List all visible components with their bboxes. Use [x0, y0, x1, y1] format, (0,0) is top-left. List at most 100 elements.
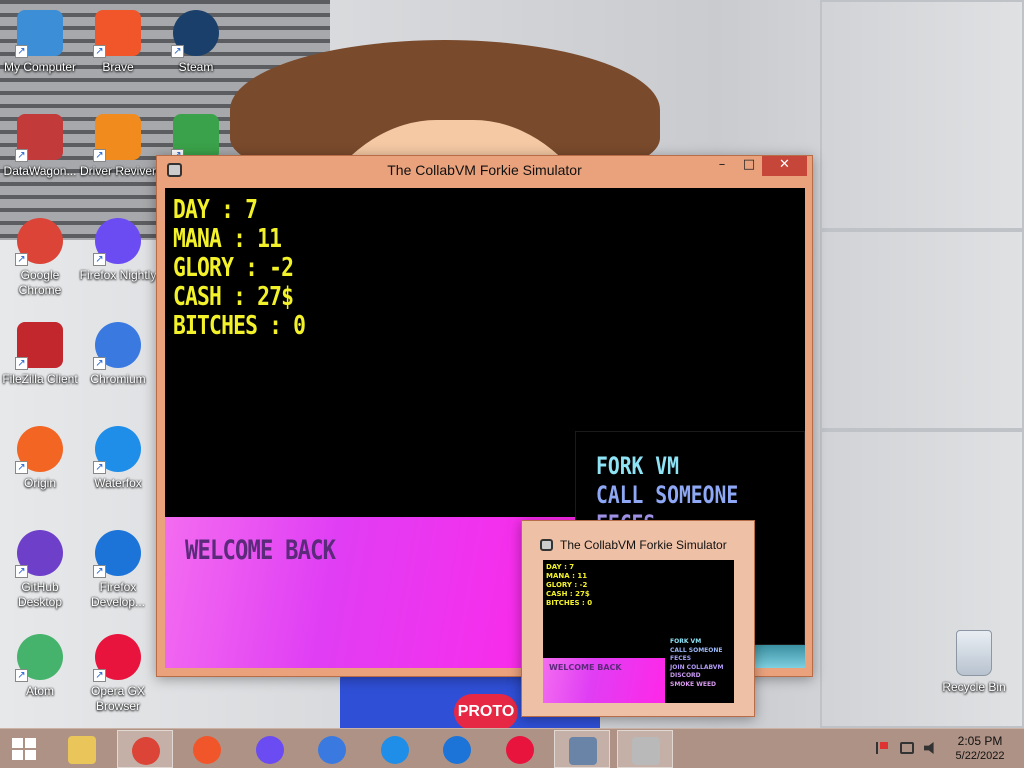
menu-option[interactable]: CALL SOMEONE — [596, 481, 738, 510]
taskbar-item-brave[interactable] — [179, 730, 235, 768]
preview-action-menu: FORK VM CALL SOMEONE FECES JOIN COLLABVM DIS… — [665, 632, 734, 696]
computer-icon: ↗ — [15, 10, 63, 58]
opera-gx-icon: ↗ — [93, 634, 141, 682]
desktop-icon-label: Driver Reviver — [79, 164, 156, 178]
desktop-icon-chrome[interactable]: ↗ Google Chrome — [0, 218, 80, 298]
preview-game-area: DAY : 7 MANA : 11 GLORY : -2 CASH : 27$ BITC… — [543, 560, 734, 703]
preview-title: The CollabVM Forkie Simulator — [560, 538, 727, 552]
shortcut-arrow-icon: ↗ — [93, 669, 106, 682]
preview-menu-option[interactable]: JOIN COLLABVM — [670, 664, 723, 673]
network-program-icon — [569, 737, 597, 765]
clock[interactable]: 2:05 PM 5/22/2022 — [944, 729, 1016, 768]
forkie-simulator-icon — [631, 737, 660, 765]
shortcut-arrow-icon: ↗ — [15, 461, 28, 474]
shortcut-arrow-icon: ↗ — [15, 669, 28, 682]
preview-menu-option[interactable]: CALL SOMEONE — [670, 647, 723, 656]
start-button[interactable] — [0, 729, 48, 768]
recycle-bin[interactable]: Recycle Bin — [934, 630, 1014, 695]
taskbar-item-chromium[interactable] — [304, 730, 360, 768]
clock-date: 5/22/2022 — [955, 750, 1005, 762]
volume-muted-icon[interactable] — [924, 742, 934, 754]
filezilla-icon: ↗ — [15, 322, 63, 370]
taskbar-item-forkie-simulator[interactable] — [616, 730, 673, 768]
brave-icon: ↗ — [93, 10, 141, 58]
stat-line: BITCHES : 0 — [173, 311, 306, 341]
minimize-button[interactable]: – — [708, 156, 736, 176]
shortcut-arrow-icon: ↗ — [171, 45, 184, 58]
preview-window[interactable]: The CollabVM Forkie Simulator DAY : 7 MAN… — [521, 520, 755, 717]
preview-stat-line: DAY : 7 — [546, 563, 575, 571]
desktop-icon-chromium[interactable]: ↗ Chromium — [78, 322, 158, 387]
desktop-icon-datawagon[interactable]: ↗ DataWagon... — [0, 114, 80, 179]
steam-icon: ↗ — [171, 10, 219, 58]
stats-panel: DAY : 7 MANA : 11 GLORY : -2 CASH : 27$ BITC… — [173, 196, 334, 341]
taskbar-item-file-explorer[interactable] — [54, 730, 110, 768]
preview-menu-option[interactable]: DISCORD — [670, 672, 723, 681]
desktop-icon-driver-reviver[interactable]: ↗ Driver Reviver — [78, 114, 158, 179]
shortcut-arrow-icon: ↗ — [93, 357, 106, 370]
desktop-icon-waterfox[interactable]: ↗ Waterfox — [78, 426, 158, 491]
preview-message-panel: WELCOME BACK — [543, 658, 665, 703]
shortcut-arrow-icon: ↗ — [93, 461, 106, 474]
origin-icon: ↗ — [15, 426, 63, 474]
preview-menu-option[interactable]: FORK VM — [670, 638, 723, 647]
taskbar-item-opera-gx[interactable] — [492, 730, 548, 768]
desktop-icon-label: Opera GX Browser — [90, 684, 146, 713]
chrome-icon — [131, 737, 160, 765]
preview-message-text: WELCOME BACK — [549, 663, 622, 672]
chrome-icon: ↗ — [15, 218, 63, 266]
windows-logo-icon — [12, 738, 36, 760]
unknown-app-icon: ↗ — [171, 114, 219, 162]
taskbar-item-waterfox[interactable] — [367, 730, 423, 768]
desktop-icon-github-desktop[interactable]: ↗ GitHub Desktop — [0, 530, 80, 610]
desktop-icon-label: Brave — [102, 60, 134, 74]
desktop-icon-atom[interactable]: ↗ Atom — [0, 634, 80, 699]
shortcut-arrow-icon: ↗ — [15, 149, 28, 162]
desktop-icon-label: Firefox Develop... — [90, 580, 146, 609]
desktop-icon-computer[interactable]: ↗ My Computer — [0, 10, 80, 75]
chromium-icon: ↗ — [93, 322, 141, 370]
taskbar-item-chrome[interactable] — [116, 730, 173, 768]
menu-option[interactable]: FORK VM — [596, 452, 738, 481]
desktop-icon-brave[interactable]: ↗ Brave — [78, 10, 158, 75]
wall-tile — [820, 230, 1024, 430]
stat-line: GLORY : -2 — [173, 253, 294, 283]
clock-time: 2:05 PM — [957, 734, 1003, 748]
recycle-bin-icon — [956, 630, 992, 676]
stat-line: CASH : 27$ — [173, 282, 294, 312]
taskbar-item-firefox-developer[interactable] — [429, 730, 485, 768]
desktop-icon-firefox-nightly[interactable]: ↗ Firefox Nightly — [78, 218, 158, 283]
waterfox-icon: ↗ — [93, 426, 141, 474]
desktop-icon-label: My Computer — [3, 60, 77, 74]
desktop-icon-steam[interactable]: ↗ Steam — [156, 10, 236, 75]
chromium-icon — [318, 736, 346, 764]
message-panel: WELCOME BACK — [165, 517, 575, 668]
taskbar-item-network-program[interactable] — [554, 730, 610, 768]
recycle-bin-label: Recycle Bin — [942, 680, 1006, 694]
desktop-icon-label: Firefox Nightly — [79, 268, 157, 282]
close-button[interactable]: ✕ — [762, 156, 807, 176]
shortcut-arrow-icon: ↗ — [15, 357, 28, 370]
flag-icon[interactable] — [876, 742, 888, 754]
maximize-button[interactable]: □ — [736, 156, 762, 176]
stat-line: DAY : 7 — [173, 195, 258, 225]
desktop-icon-filezilla[interactable]: ↗ FileZilla Client — [0, 322, 80, 387]
network-icon[interactable] — [900, 742, 914, 754]
desktop-icon-firefox-developer[interactable]: ↗ Firefox Develop... — [78, 530, 158, 610]
shortcut-arrow-icon: ↗ — [93, 149, 106, 162]
desktop-icon-label: Origin — [23, 476, 56, 490]
brave-icon — [193, 736, 221, 764]
firefox-developer-icon: ↗ — [93, 530, 141, 578]
desktop-icon-label: GitHub Desktop — [17, 580, 63, 609]
stat-line: MANA : 11 — [173, 224, 282, 254]
preview-stat-line: BITCHES : 0 — [546, 599, 593, 607]
desktop-icon-opera-gx[interactable]: ↗ Opera GX Browser — [78, 634, 158, 714]
taskbar-item-firefox-nightly[interactable] — [242, 730, 298, 768]
shortcut-arrow-icon: ↗ — [93, 565, 106, 578]
preview-menu-option[interactable]: FECES — [670, 655, 723, 664]
desktop-icon-origin[interactable]: ↗ Origin — [0, 426, 80, 491]
github-desktop-icon: ↗ — [15, 530, 63, 578]
title-bar[interactable]: The CollabVM Forkie Simulator – □ ✕ — [157, 156, 812, 186]
preview-stat-line: MANA : 11 — [546, 572, 588, 580]
preview-menu-option[interactable]: SMOKE WEED — [670, 681, 723, 690]
